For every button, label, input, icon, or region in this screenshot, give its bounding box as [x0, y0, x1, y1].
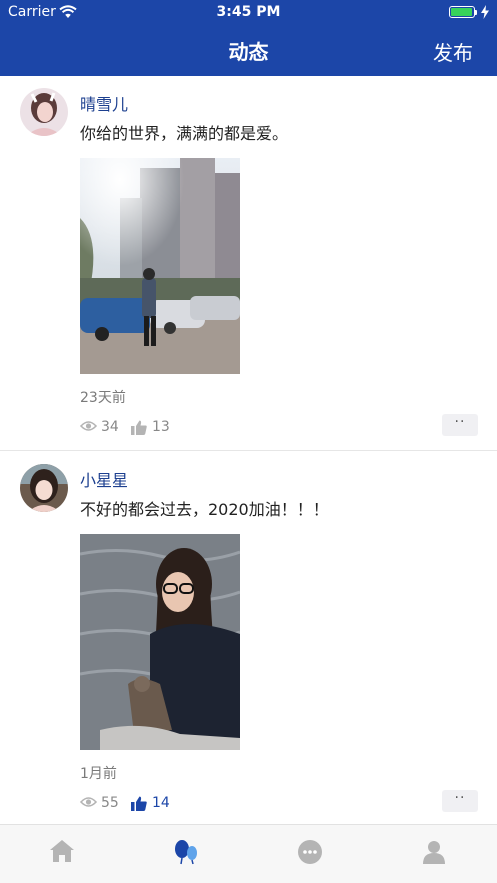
avatar[interactable] — [20, 464, 68, 512]
thumbs-up-icon — [131, 796, 147, 811]
profile-icon — [423, 841, 445, 864]
avatar[interactable] — [20, 88, 68, 136]
likes-value: 13 — [152, 419, 170, 435]
likes-value: 14 — [152, 795, 170, 811]
message-icon — [298, 840, 322, 864]
status-bar: Carrier 3:45 PM — [0, 0, 497, 24]
eye-icon — [80, 797, 97, 807]
post-photo[interactable] — [80, 158, 240, 374]
status-time: 3:45 PM — [216, 4, 281, 20]
tab-home[interactable] — [32, 835, 92, 875]
post-card[interactable]: 小星星 不好的都会过去，2020加油！！！ 1月前 55 14 ·· — [0, 452, 497, 824]
publish-button[interactable]: 发布 — [433, 37, 473, 66]
post-card[interactable]: 晴雪儿 你给的世界，满满的都是爱。 23天前 34 13 ·· — [0, 76, 497, 452]
moments-icon — [175, 840, 197, 865]
post-time: 1月前 — [80, 766, 117, 782]
tab-moments[interactable] — [156, 835, 216, 875]
tab-bar — [0, 824, 497, 883]
more-button[interactable]: ·· — [442, 414, 478, 436]
post-username[interactable]: 小星星 — [80, 467, 128, 491]
views-value: 55 — [101, 795, 119, 811]
thumbs-up-icon — [131, 420, 147, 435]
page-title: 动态 — [228, 40, 269, 64]
app-header: Carrier 3:45 PM 动态 发布 — [0, 0, 497, 76]
more-button[interactable]: ·· — [442, 790, 478, 812]
post-content: 不好的都会过去，2020加油！！！ — [80, 500, 329, 519]
battery-tip — [475, 10, 477, 15]
post-time: 23天前 — [80, 390, 126, 406]
tab-profile[interactable] — [404, 835, 464, 875]
battery-icon — [449, 6, 475, 18]
tab-messages[interactable] — [280, 835, 340, 875]
post-divider — [0, 450, 497, 451]
post-content: 你给的世界，满满的都是爱。 — [80, 124, 289, 143]
post-username[interactable]: 晴雪儿 — [80, 91, 128, 115]
post-photo[interactable] — [80, 534, 240, 750]
views-value: 34 — [101, 419, 119, 435]
home-icon — [50, 840, 74, 862]
eye-icon — [80, 421, 97, 431]
charging-icon — [481, 4, 489, 23]
